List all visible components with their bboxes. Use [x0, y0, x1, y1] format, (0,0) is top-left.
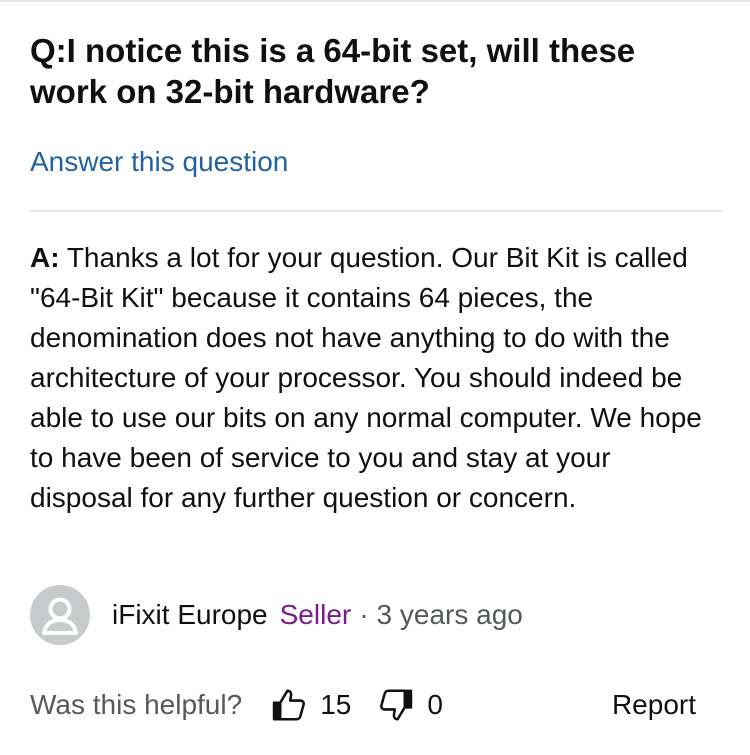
seller-badge: Seller: [279, 599, 352, 630]
question-prefix: Q:: [30, 32, 67, 69]
report-button[interactable]: Report: [612, 689, 696, 721]
thumbs-up-button[interactable]: 15: [270, 686, 351, 724]
answer-body: Thanks a lot for your question. Our Bit …: [30, 242, 702, 513]
answer-time: 3 years ago: [376, 599, 523, 630]
question-text: I notice this is a 64-bit set, will thes…: [30, 32, 636, 110]
thumbs-down-button[interactable]: 0: [377, 686, 443, 724]
answer-author: iFixit Europe Seller · 3 years ago: [30, 585, 523, 645]
section-divider: [30, 210, 722, 212]
thumbs-down-count: 0: [427, 689, 443, 720]
thumbs-up-icon: [272, 689, 306, 721]
thumbs-down-icon: [380, 689, 413, 721]
avatar-icon: [30, 585, 90, 645]
helpful-bar: Was this helpful? 15 0 Report: [30, 680, 720, 730]
answer-prefix: A:: [30, 242, 60, 273]
helpful-label: Was this helpful?: [30, 689, 243, 720]
top-divider: [0, 0, 750, 2]
question-heading: Q:I notice this is a 64-bit set, will th…: [30, 30, 720, 112]
author-name[interactable]: iFixit Europe: [112, 599, 268, 631]
answer-text: A: Thanks a lot for your question. Our B…: [30, 238, 720, 518]
separator-dot: ·: [359, 599, 369, 630]
thumbs-up-count: 15: [320, 689, 352, 720]
answer-question-link[interactable]: Answer this question: [30, 145, 288, 179]
